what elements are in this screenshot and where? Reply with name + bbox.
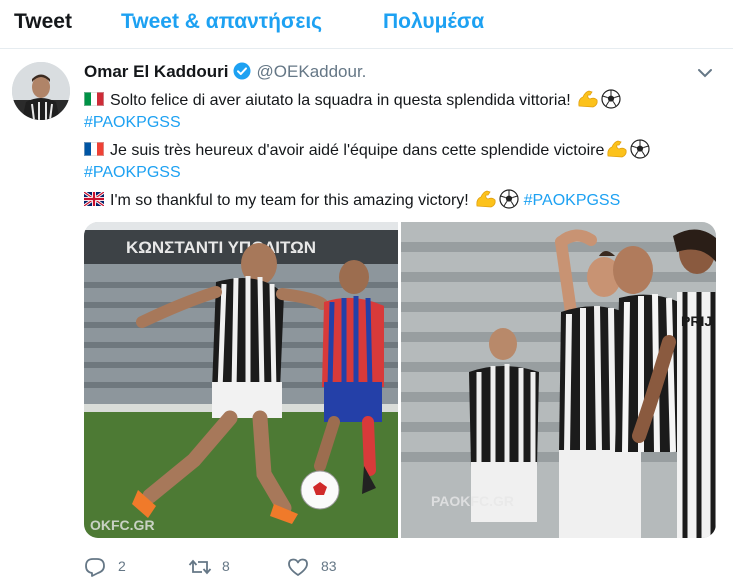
tweet-actions: 2 8 83 [84, 557, 384, 577]
tweet-line-hashtag-2: #PAOKPGSS [84, 164, 181, 182]
media-photo-right[interactable]: PRIJ PAOKFC.GR [401, 222, 716, 538]
tweet-line-french: Je suis très heureux d'avoir aidé l'équi… [84, 139, 651, 164]
tweet-text-italian: Solto felice di aver aiutato la squadra … [110, 92, 571, 109]
jersey-name: PRIJ [681, 313, 712, 329]
flag-italy-icon [84, 92, 104, 106]
stadium-banner-text: ΚΩΝΣΤΑΝΤΙ ΥΠΟΛΙΤΩΝ [126, 238, 316, 257]
photo-watermark-right: PAOKFC.GR [431, 493, 514, 509]
hashtag-link[interactable]: #PAOKPGSS [84, 164, 181, 181]
flag-france-icon [84, 142, 104, 156]
avatar[interactable] [12, 62, 70, 120]
tab-media[interactable]: Πολυμέσα [383, 10, 484, 34]
tab-tweets-and-replies[interactable]: Tweet & απαντήσεις [121, 10, 322, 34]
heart-icon [288, 558, 308, 576]
retweet-count: 8 [222, 558, 230, 574]
like-button[interactable]: 83 [287, 557, 347, 577]
tweet-text-french: Je suis très heureux d'avoir aidé l'équi… [110, 142, 605, 159]
media-photo-left[interactable]: ΚΩΝΣΤΑΝΤΙ ΥΠΟΛΙΤΩΝ OKFC.GR [84, 222, 398, 538]
reply-button[interactable]: 2 [84, 557, 144, 577]
tab-tweet[interactable]: Tweet [14, 10, 72, 34]
soccer-ball-icon [499, 189, 519, 214]
author-name[interactable]: Omar El Kaddouri [84, 62, 229, 81]
tweet-line-hashtag-1: #PAOKPGSS [84, 114, 181, 132]
tweet-line-english: I'm so thankful to my team for this amaz… [83, 189, 621, 214]
flexed-biceps-icon [606, 139, 628, 164]
reply-icon [85, 558, 105, 577]
verified-badge-icon [233, 62, 251, 85]
author-handle[interactable]: @OEKaddour. [257, 62, 367, 81]
flexed-biceps-icon [475, 189, 497, 214]
flexed-biceps-icon [577, 89, 599, 114]
retweet-icon [188, 559, 212, 575]
tweet-line-italian: Solto felice di aver aiutato la squadra … [84, 89, 621, 114]
flag-uk-icon [83, 190, 105, 208]
retweet-button[interactable]: 8 [188, 557, 248, 577]
soccer-ball-icon [630, 139, 651, 164]
reply-count: 2 [118, 558, 126, 574]
like-count: 83 [321, 558, 337, 574]
tweet-header: Omar El Kaddouri @OEKaddour. [84, 62, 366, 85]
profile-tabs: Tweet Tweet & απαντήσεις Πολυμέσα [0, 0, 733, 49]
chevron-down-icon[interactable] [696, 66, 714, 80]
tweet-text-english: I'm so thankful to my team for this amaz… [110, 192, 469, 209]
tweet-media: ΚΩΝΣΤΑΝΤΙ ΥΠΟΛΙΤΩΝ OKFC.GR PRIJ PAOKFC.G… [84, 222, 716, 538]
hashtag-link[interactable]: #PAOKPGSS [524, 192, 621, 209]
photo-watermark-left: OKFC.GR [90, 517, 155, 533]
soccer-ball-icon [601, 89, 621, 114]
hashtag-link[interactable]: #PAOKPGSS [84, 114, 181, 131]
